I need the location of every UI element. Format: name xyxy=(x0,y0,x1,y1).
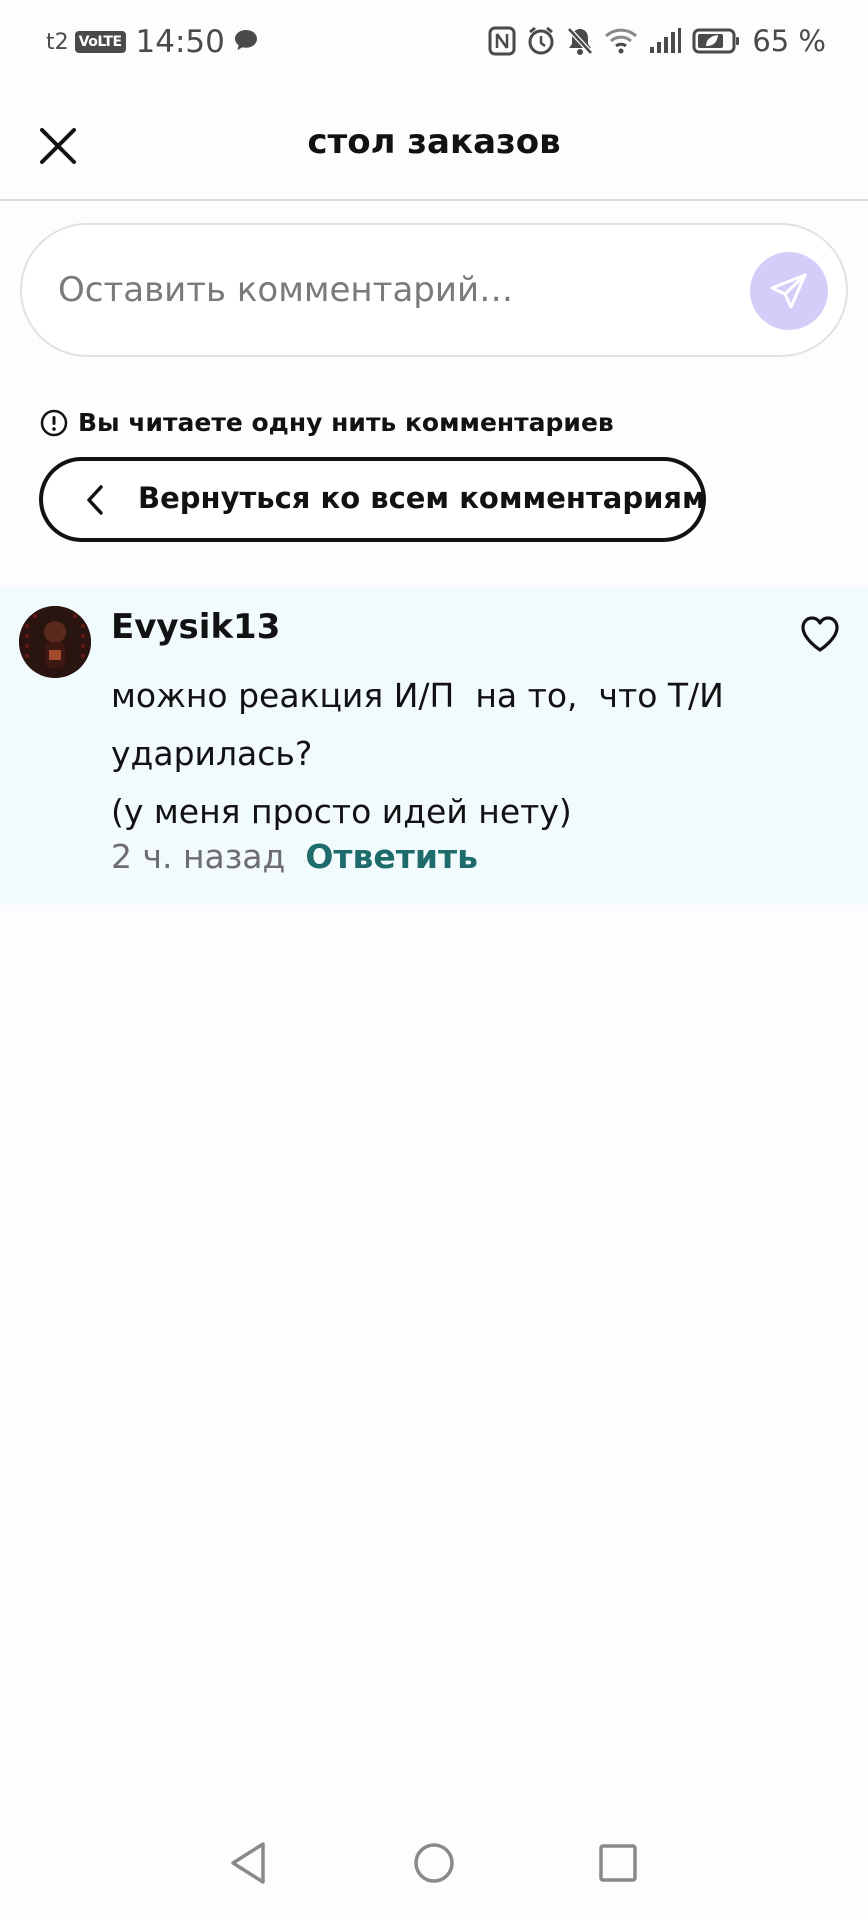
back-to-all-comments-button[interactable]: Вернуться ко всем комментариям xyxy=(39,457,706,542)
screen: t2 VoLTE 14:50 65 % стол заказов Оставит… xyxy=(0,0,868,1920)
status-left: t2 VoLTE 14:50 xyxy=(46,24,259,60)
nfc-icon xyxy=(488,26,516,56)
comment-input[interactable] xyxy=(58,225,738,355)
comment-line: (у меня просто идей нету) xyxy=(111,792,572,831)
thread-notice: Вы читаете одну нить комментариев xyxy=(40,408,614,437)
avatar[interactable] xyxy=(19,606,91,678)
nav-recent-button[interactable] xyxy=(593,1838,643,1888)
battery-percent: 65 % xyxy=(752,24,826,58)
nav-home-icon xyxy=(414,1843,454,1883)
comment-item: Evysik13 можно реакция И/П на то, что Т/… xyxy=(0,587,868,905)
like-button[interactable] xyxy=(798,612,842,656)
signal-icon xyxy=(648,27,682,55)
nav-recent-icon xyxy=(599,1844,637,1882)
comment-line: можно реакция И/П на то, что Т/И xyxy=(111,676,724,715)
status-bar: t2 VoLTE 14:50 65 % xyxy=(0,0,868,88)
status-time: 14:50 xyxy=(135,24,225,60)
volte-badge: VoLTE xyxy=(74,31,126,53)
message-icon xyxy=(233,28,259,56)
header: стол заказов xyxy=(0,88,868,201)
navigation-bar xyxy=(0,1810,868,1920)
nav-home-button[interactable] xyxy=(409,1838,459,1888)
send-button[interactable] xyxy=(750,252,828,330)
comment-meta: 2 ч. назад Ответить xyxy=(111,837,478,876)
comment-body: можно реакция И/П на то, что Т/И ударила… xyxy=(111,667,831,841)
chevron-left-icon xyxy=(87,485,103,515)
mute-bell-icon xyxy=(566,26,594,56)
reply-button[interactable]: Ответить xyxy=(305,837,478,876)
nav-back-icon xyxy=(231,1842,265,1884)
battery-icon xyxy=(692,27,740,55)
send-icon xyxy=(770,273,807,309)
carrier-label: t2 xyxy=(46,29,69,55)
info-icon xyxy=(40,409,68,436)
nav-back-button[interactable] xyxy=(223,1838,273,1888)
page-title: стол заказов xyxy=(307,122,561,162)
status-right: 65 % xyxy=(488,24,826,58)
comment-box xyxy=(20,223,848,357)
thread-notice-text: Вы читаете одну нить комментариев xyxy=(78,408,614,437)
wifi-icon xyxy=(604,27,638,55)
heart-icon xyxy=(801,616,839,652)
alarm-icon xyxy=(526,26,556,56)
comment-author[interactable]: Evysik13 xyxy=(111,607,280,647)
back-to-all-comments-label: Вернуться ко всем комментариям xyxy=(138,481,706,515)
comment-line: ударилась? xyxy=(111,734,313,773)
comment-timestamp: 2 ч. назад xyxy=(111,837,286,876)
